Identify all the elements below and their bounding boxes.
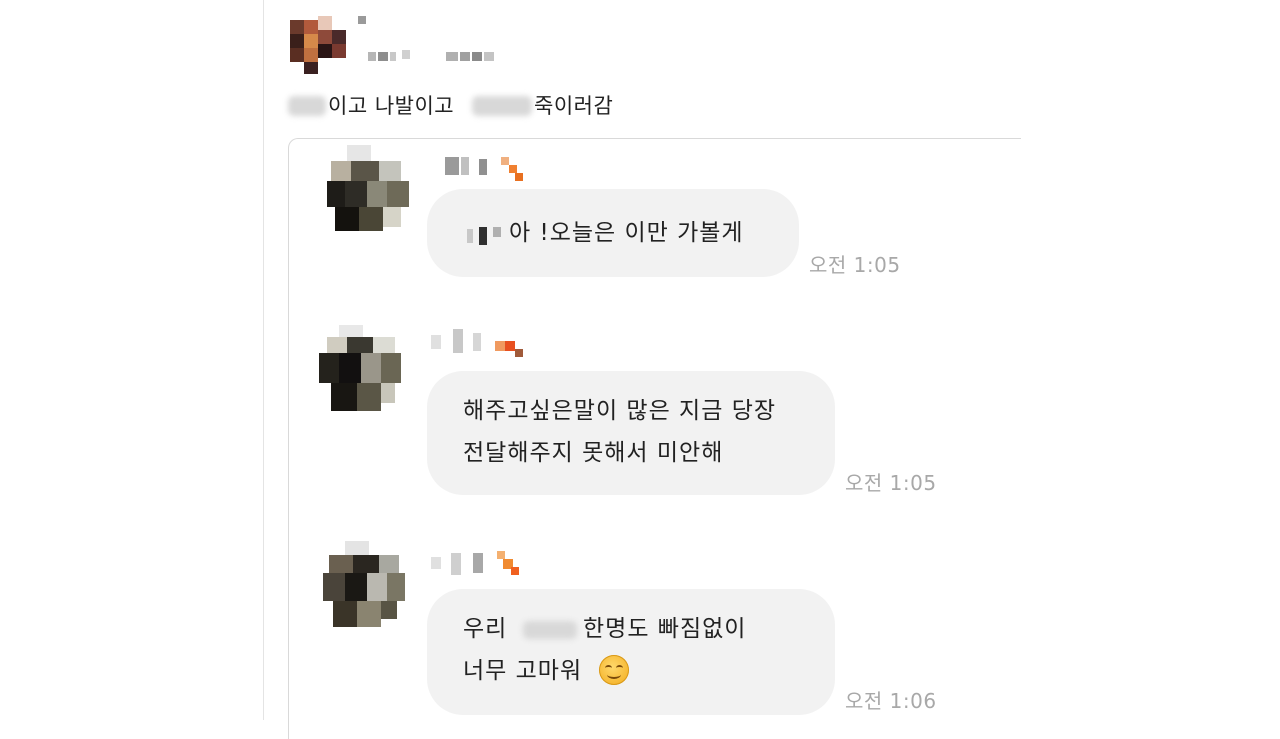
message-text-line: 우리 bbox=[463, 616, 508, 642]
message-bubble[interactable]: 해주고싶은말이 많은 지금 당장 전달해주지 못해서 미안해 bbox=[427, 371, 835, 495]
post-text-part-b: 죽이러감 bbox=[534, 94, 614, 118]
post-author-name-redacted bbox=[368, 50, 500, 62]
redacted-text bbox=[472, 96, 532, 116]
sender-name-redacted bbox=[445, 157, 537, 181]
post-text-part-a: 이고 나발이고 bbox=[328, 94, 455, 118]
message-text-line: 한명도 빠짐없이 bbox=[583, 616, 747, 642]
message-time: 오전 1:06 bbox=[845, 689, 937, 713]
message-text-line: 전달해주지 못해서 미안해 bbox=[463, 440, 724, 466]
message-time: 오전 1:05 bbox=[845, 471, 937, 495]
smiling-face-emoji bbox=[599, 655, 629, 685]
page-left-border bbox=[263, 0, 264, 720]
post-author-avatar[interactable] bbox=[290, 16, 366, 74]
sender-avatar bbox=[327, 145, 409, 237]
message-text: 아 !오늘은 이만 가볼게 bbox=[509, 220, 744, 246]
message-time: 오전 1:05 bbox=[809, 253, 901, 277]
redacted-text bbox=[288, 96, 326, 116]
message-bubble[interactable]: 우리 한명도 빠짐없이 너무 고마워 bbox=[427, 589, 835, 715]
attached-chat-screenshot[interactable]: 아 !오늘은 이만 가볼게 오전 1:05 해주고싶은말이 많은 지금 당장 전… bbox=[288, 138, 1021, 739]
message-text-line: 해주고싶은말이 많은 지금 당장 bbox=[463, 398, 777, 424]
message-text-line: 너무 고마워 bbox=[463, 658, 583, 684]
sender-avatar bbox=[323, 541, 405, 633]
message-bubble[interactable]: 아 !오늘은 이만 가볼게 bbox=[427, 189, 799, 277]
redacted-text bbox=[523, 621, 577, 639]
sender-name-redacted bbox=[431, 551, 523, 575]
sender-avatar bbox=[319, 325, 401, 417]
sender-name-redacted bbox=[431, 329, 523, 357]
